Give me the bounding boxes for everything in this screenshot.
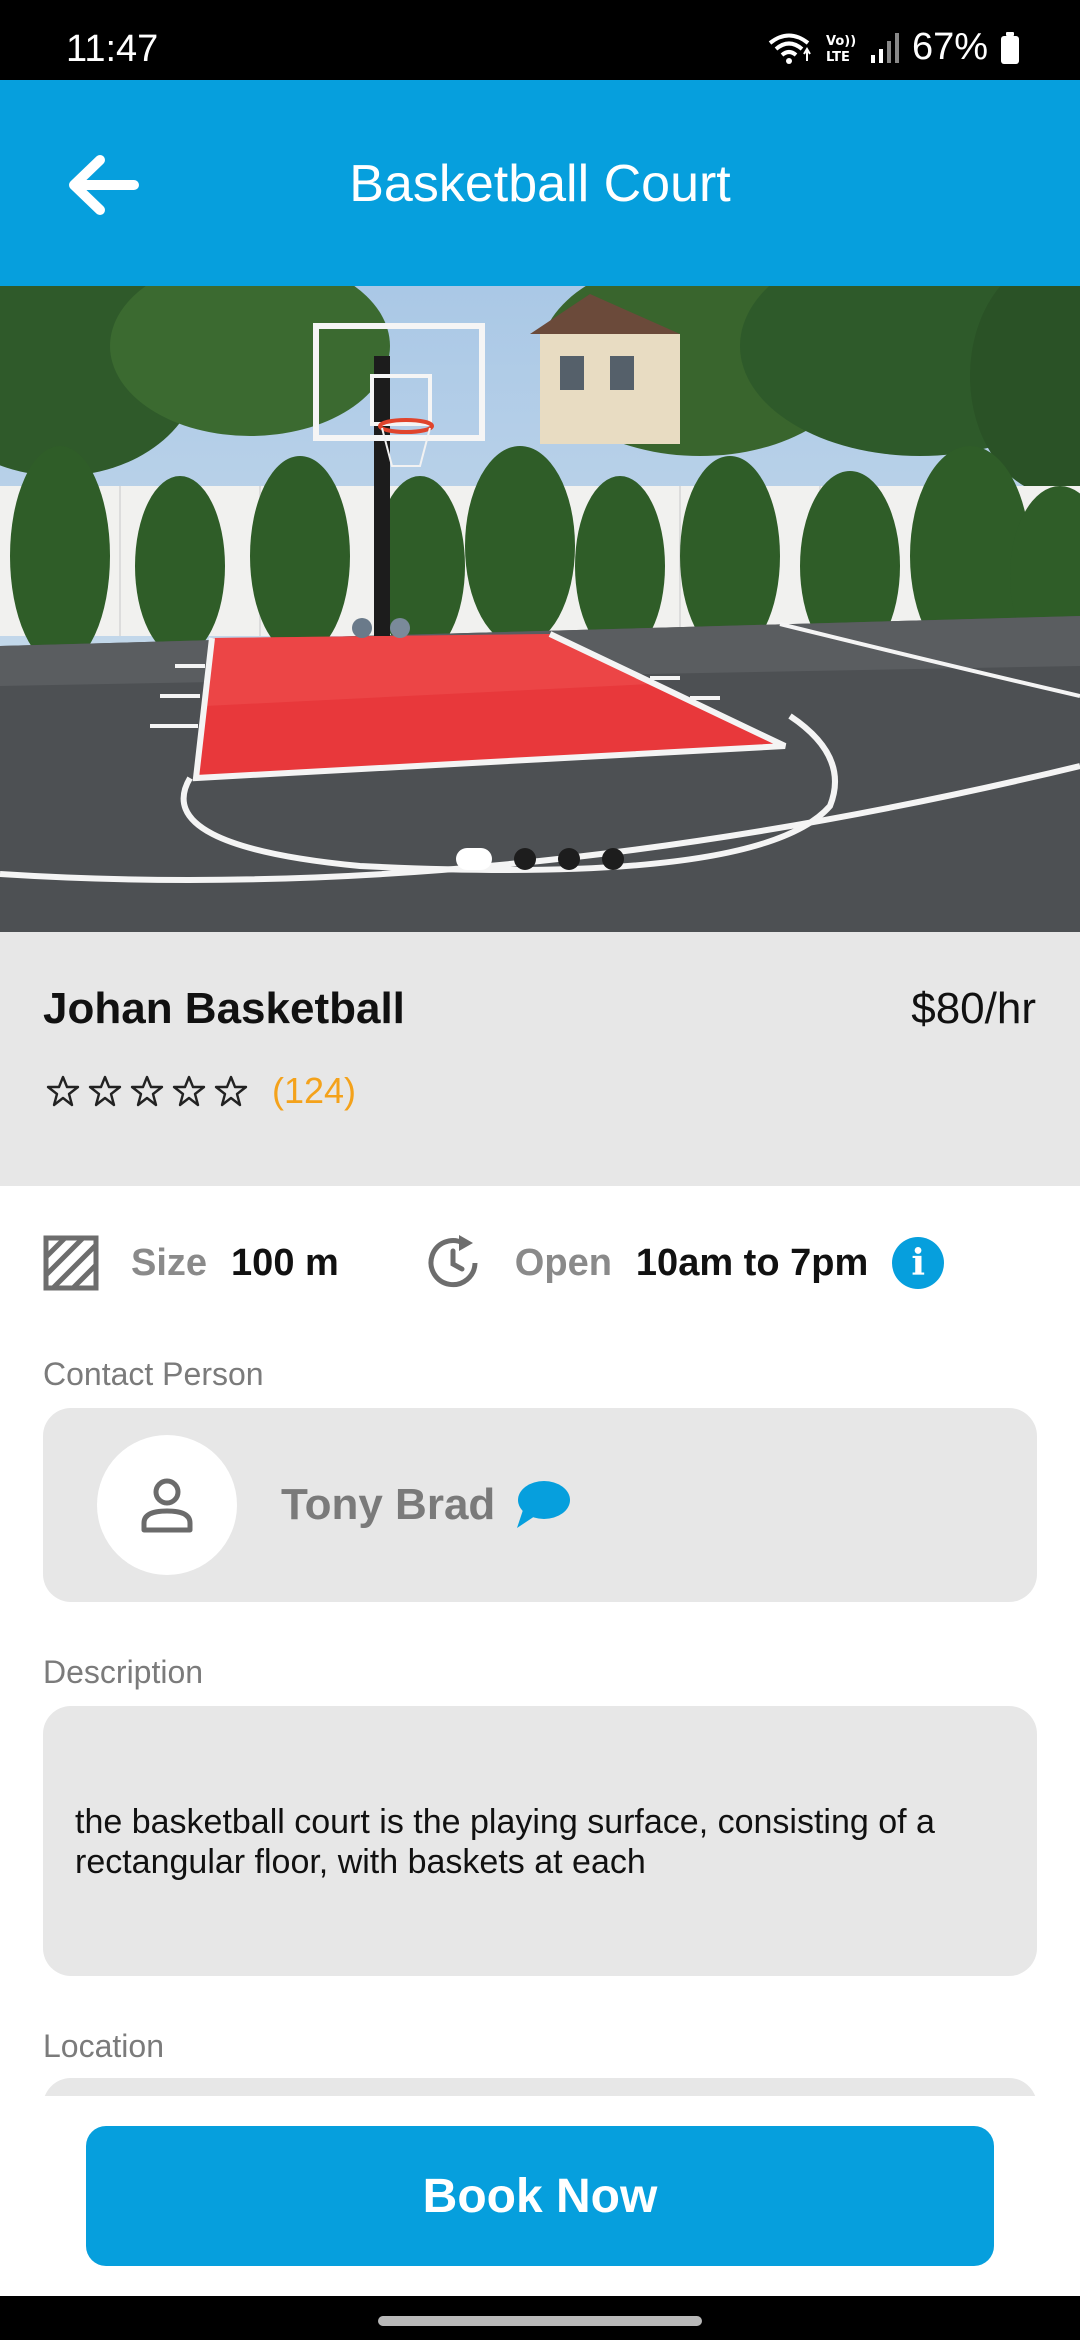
- contact-section-label: Contact Person: [43, 1356, 264, 1392]
- location-card[interactable]: [43, 2078, 1037, 2096]
- bottom-action-bar: Book Now: [0, 2096, 1080, 2296]
- star-empty-icon: [88, 1075, 122, 1107]
- size-icon: [43, 1235, 99, 1291]
- carousel-dot-3[interactable]: [558, 848, 580, 870]
- location-section-label: Location: [43, 2028, 164, 2064]
- venue-price: $80/hr: [911, 984, 1036, 1033]
- star-empty-icon: [130, 1075, 164, 1107]
- description-section-label: Description: [43, 1654, 204, 1690]
- chat-button[interactable]: [513, 1478, 571, 1530]
- court-photo: [0, 286, 1080, 932]
- svg-text:LTE: LTE: [826, 50, 850, 65]
- page-title: Basketball Court: [349, 155, 731, 213]
- star-empty-icon: [214, 1075, 248, 1107]
- svg-text:Vo)): Vo)): [826, 34, 856, 49]
- contact-card[interactable]: Tony Brad: [43, 1408, 1037, 1602]
- wifi-icon: [768, 33, 811, 64]
- carousel-dot-2[interactable]: [514, 848, 536, 870]
- chat-bubble-icon: [517, 1481, 570, 1528]
- status-icons: Vo)) LTE 67%: [766, 26, 1020, 69]
- avatar: [97, 1435, 237, 1575]
- book-now-button[interactable]: Book Now: [86, 2126, 994, 2266]
- image-carousel[interactable]: [0, 286, 1080, 932]
- star-empty-icon: [46, 1075, 80, 1107]
- clock-history-icon: [428, 1235, 478, 1288]
- star-empty-icon: [172, 1075, 206, 1107]
- info-icon[interactable]: i: [892, 1237, 945, 1289]
- carousel-indicator: [0, 848, 1080, 870]
- carousel-dot-1[interactable]: [456, 848, 492, 870]
- venue-name: Johan Basketball: [43, 984, 405, 1033]
- battery-icon: [1001, 31, 1019, 64]
- review-count[interactable]: (124): [272, 1070, 356, 1112]
- description-text: the basketball court is the playing surf…: [75, 1803, 935, 1881]
- person-icon: [141, 1478, 193, 1533]
- carousel-dot-4[interactable]: [602, 848, 624, 870]
- app-bar: Basketball Court: [0, 80, 1080, 286]
- venue-details: Size 100 m Open 10am to 7pm i Contact Pe…: [0, 1186, 1080, 2096]
- open-label: Open: [514, 1241, 612, 1284]
- status-time: 11:47: [66, 28, 159, 70]
- rating-stars: (124): [46, 1070, 356, 1112]
- description-card: the basketball court is the playing surf…: [43, 1706, 1037, 1976]
- contact-name: Tony Brad: [281, 1480, 496, 1529]
- open-hours: 10am to 7pm: [635, 1241, 869, 1284]
- home-indicator[interactable]: [378, 2316, 702, 2326]
- size-label: Size: [131, 1241, 208, 1284]
- venue-meta-row: Size 100 m Open 10am to 7pm i: [43, 1228, 945, 1298]
- system-navigation-bar: [0, 2296, 1080, 2340]
- venue-summary: Johan Basketball $80/hr (124): [0, 932, 1080, 1186]
- status-bar: 11:47 Vo)) LTE 67%: [0, 0, 1080, 80]
- size-value: 100 m: [231, 1241, 339, 1284]
- volte-icon: Vo)) LTE: [826, 34, 856, 65]
- battery-percentage: 67%: [911, 26, 988, 68]
- signal-icon: [870, 32, 899, 63]
